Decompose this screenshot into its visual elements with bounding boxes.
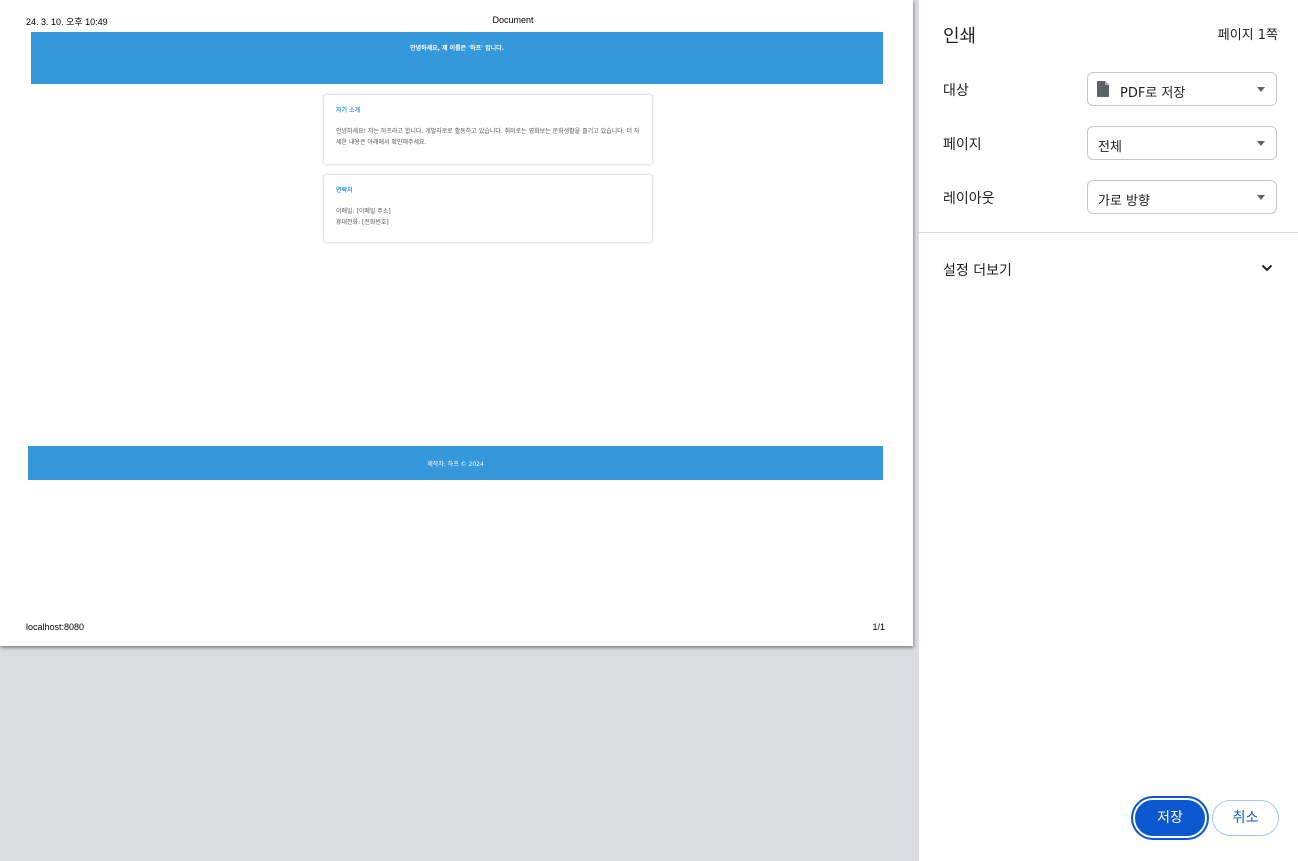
layout-value: 가로 방향 (1098, 194, 1150, 209)
contact-card-title: 연락처 (336, 187, 353, 194)
site-footer-banner: 제작자: 하프 © 2024 (28, 446, 883, 480)
pages-value: 전체 (1098, 140, 1122, 155)
destination-select[interactable]: PDF로 저장 (1087, 72, 1277, 106)
contact-phone: 휴대전화: [전화번호] (336, 219, 389, 226)
contact-card: 연락처 이메일: [이메일 주소] 휴대전화: [전화번호] (324, 175, 652, 242)
file-icon (1097, 81, 1109, 97)
caret-down-icon (1257, 195, 1265, 200)
print-footer-page-number: 1/1 (872, 622, 885, 632)
intro-card: 자기 소개 안녕하세요! 저는 하프라고 합니다. 개발자로로 활동하고 있습니… (324, 95, 652, 164)
chevron-down-icon (1261, 264, 1273, 272)
caret-down-icon (1257, 141, 1265, 146)
save-button[interactable]: 저장 (1135, 800, 1205, 836)
print-footer-url: localhost:8080 (26, 622, 85, 632)
layout-select[interactable]: 가로 방향 (1087, 180, 1277, 214)
more-settings-toggle[interactable]: 설정 더보기 (919, 252, 1298, 286)
print-preview-area: 24. 3. 10. 오후 10:49 Document 안녕하세요, 제 이름… (0, 0, 918, 861)
intro-card-title: 자기 소개 (336, 107, 361, 114)
site-header-banner: 안녕하세요, 제 이름은 '하프' 입니다. (31, 32, 883, 84)
page-count: 페이지 1쪽 (1217, 28, 1278, 43)
intro-card-text: 안녕하세요! 저는 하프라고 합니다. 개발자로로 활동하고 있습니다. 취미로… (336, 128, 640, 146)
site-footer-text: 제작자: 하프 © 2024 (427, 461, 484, 468)
more-settings-label: 설정 더보기 (943, 263, 1012, 279)
pages-select[interactable]: 전체 (1087, 126, 1277, 160)
print-header-title: Document (492, 15, 534, 25)
cancel-button[interactable]: 취소 (1212, 800, 1279, 836)
contact-email: 이메일: [이메일 주소] (336, 208, 391, 215)
pages-label: 페이지 (943, 137, 982, 153)
panel-divider (919, 232, 1298, 233)
print-settings-panel: 인쇄 페이지 1쪽 대상 PDF로 저장 페이지 전체 레이아웃 가로 방향 설… (919, 0, 1298, 861)
layout-label: 레이아웃 (943, 191, 995, 207)
caret-down-icon (1257, 87, 1265, 92)
destination-label: 대상 (943, 83, 969, 99)
destination-value: PDF로 저장 (1120, 86, 1186, 101)
panel-title: 인쇄 (943, 26, 977, 47)
preview-page: 24. 3. 10. 오후 10:49 Document 안녕하세요, 제 이름… (0, 0, 913, 646)
site-greeting: 안녕하세요, 제 이름은 '하프' 입니다. (410, 45, 504, 52)
